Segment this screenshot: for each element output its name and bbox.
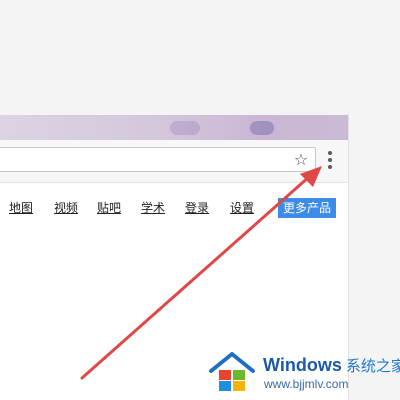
address-bar[interactable]: ☆ <box>0 147 316 172</box>
watermark: Windows 系统之家 www.bjjmlv.com <box>208 349 400 395</box>
watermark-url: www.bjjmlv.com <box>264 377 349 391</box>
nav-link-video[interactable]: 视频 <box>54 199 78 217</box>
watermark-title: Windows 系统之家 <box>263 355 400 377</box>
title-bar-blur <box>250 121 274 135</box>
watermark-brand: Windows <box>263 355 342 375</box>
more-products-button[interactable]: 更多产品 <box>278 198 336 218</box>
nav-link-academic[interactable]: 学术 <box>141 199 165 217</box>
title-bar <box>0 115 348 140</box>
nav-link-map[interactable]: 地图 <box>9 199 33 217</box>
house-logo-icon <box>209 352 255 391</box>
watermark-brand-cn: 系统之家 <box>345 358 400 375</box>
title-bar-blur <box>170 121 200 135</box>
browser-toolbar: ☆ <box>0 140 348 183</box>
nav-link-settings[interactable]: 设置 <box>230 199 254 217</box>
nav-link-login[interactable]: 登录 <box>185 199 209 217</box>
nav-link-tieba[interactable]: 贴吧 <box>97 199 121 217</box>
star-icon[interactable]: ☆ <box>291 149 311 171</box>
three-dots-menu-icon[interactable] <box>322 148 338 174</box>
